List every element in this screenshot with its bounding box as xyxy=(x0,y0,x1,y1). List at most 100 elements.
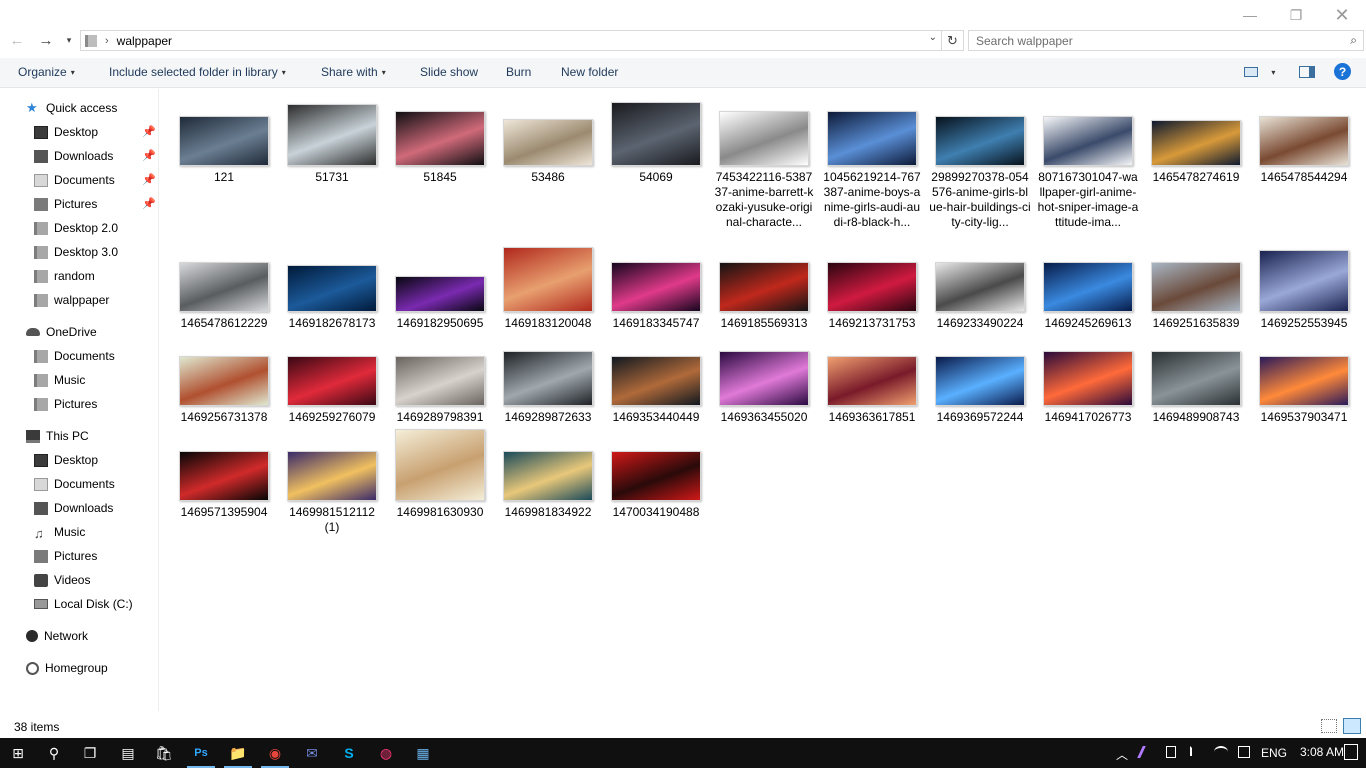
file-item[interactable]: 1469213731753 xyxy=(818,238,926,331)
taskbar-file-explorer[interactable]: 📁 xyxy=(220,738,256,768)
nav-pc-pictures[interactable]: Pictures xyxy=(34,545,97,567)
language-indicator[interactable]: ENG xyxy=(1261,746,1287,760)
file-item[interactable]: 1469252553945 xyxy=(1250,238,1358,331)
share-with-button[interactable]: Share with ▾ xyxy=(321,65,386,79)
file-item[interactable]: 54069 xyxy=(602,92,710,185)
file-item[interactable]: 1465478612229 xyxy=(170,238,278,331)
nav-pc-music[interactable]: ♫ Music xyxy=(34,521,85,543)
file-item[interactable]: 1469353440449 xyxy=(602,332,710,425)
taskbar-photoshop[interactable]: Ps xyxy=(183,738,219,768)
file-item[interactable]: 51731 xyxy=(278,92,386,185)
file-item[interactable]: 1469571395904 xyxy=(170,427,278,520)
nav-homegroup[interactable]: Homegroup xyxy=(26,657,108,679)
nav-onedrive[interactable]: OneDrive xyxy=(26,321,97,343)
burn-button[interactable]: Burn xyxy=(506,65,531,79)
file-item[interactable]: 1469369572244 xyxy=(926,332,1034,425)
taskbar-notepad[interactable]: ▦ xyxy=(405,738,441,768)
nav-this-pc[interactable]: This PC xyxy=(26,425,89,447)
nav-od-pictures[interactable]: Pictures xyxy=(34,393,97,415)
nav-pc-local-disk[interactable]: Local Disk (C:) xyxy=(34,593,133,615)
file-item[interactable]: 51845 xyxy=(386,92,494,185)
search-input[interactable]: Search walppaper ⌕ xyxy=(968,30,1364,51)
show-hidden-icons-button[interactable]: ︿ xyxy=(1116,746,1128,763)
nav-pc-videos[interactable]: Videos xyxy=(34,569,90,591)
nav-od-music[interactable]: Music xyxy=(34,369,85,391)
nav-qa-pictures[interactable]: Pictures xyxy=(34,193,97,215)
file-item[interactable]: 1469182950695 xyxy=(386,238,494,331)
nav-quick-access[interactable]: ★ Quick access xyxy=(26,97,117,119)
search-icon[interactable]: ⌕ xyxy=(1350,33,1357,48)
address-bar[interactable]: › walppaper ⌄ ↻ xyxy=(80,30,964,51)
pin-icon[interactable]: 📌 xyxy=(142,197,156,210)
organize-button[interactable]: Organize ▾ xyxy=(18,65,75,79)
file-item[interactable]: 1469289798391 xyxy=(386,332,494,425)
breadcrumb-separator[interactable]: › xyxy=(105,35,109,47)
battery-icon[interactable] xyxy=(1166,746,1176,758)
file-item[interactable]: 1470034190488 xyxy=(602,427,710,520)
nav-qa-walppaper[interactable]: walppaper xyxy=(34,289,109,311)
file-item[interactable]: 1469185569313 xyxy=(710,238,818,331)
nav-pc-desktop[interactable]: Desktop xyxy=(34,449,98,471)
pen-icon[interactable] xyxy=(1137,746,1155,758)
nav-od-documents[interactable]: Documents xyxy=(34,345,115,367)
clock[interactable]: 3:08 AM xyxy=(1300,745,1344,759)
file-item[interactable]: 807167301047-wallpaper-girl-anime-hot-sn… xyxy=(1034,92,1142,230)
taskbar-discord[interactable]: ✉ xyxy=(294,738,330,768)
file-item[interactable]: 1469489908743 xyxy=(1142,332,1250,425)
wifi-icon[interactable] xyxy=(1214,746,1228,758)
file-item[interactable]: 1469981512112 (1) xyxy=(278,427,386,535)
file-item[interactable]: 1469981630930 xyxy=(386,427,494,520)
task-view-button[interactable]: ❐ xyxy=(72,738,108,768)
file-item[interactable]: 1469183120048 xyxy=(494,238,602,331)
nav-qa-downloads[interactable]: Downloads xyxy=(34,145,113,167)
details-view-button[interactable] xyxy=(1321,719,1337,733)
nav-pc-downloads[interactable]: Downloads xyxy=(34,497,113,519)
file-item[interactable]: 10456219214-767387-anime-boys-anime-girl… xyxy=(818,92,926,230)
pin-icon[interactable]: 📌 xyxy=(142,125,156,138)
file-item[interactable]: 1469417026773 xyxy=(1034,332,1142,425)
nav-qa-documents[interactable]: Documents xyxy=(34,169,115,191)
file-item[interactable]: 1465478274619 xyxy=(1142,92,1250,185)
change-view-button[interactable]: ▾ xyxy=(1244,63,1275,80)
file-item[interactable]: 1469259276079 xyxy=(278,332,386,425)
file-item[interactable]: 1469245269613 xyxy=(1034,238,1142,331)
taskbar-store[interactable]: 🛍 xyxy=(146,738,182,768)
file-item[interactable]: 1465478544294 xyxy=(1250,92,1358,185)
nav-network[interactable]: Network xyxy=(26,625,88,647)
breadcrumb-current[interactable]: walppaper xyxy=(117,34,172,48)
preview-pane-button[interactable] xyxy=(1299,63,1315,81)
nav-qa-desktop-3[interactable]: Desktop 3.0 xyxy=(34,241,118,263)
file-item[interactable]: 1469182678173 xyxy=(278,238,386,331)
back-button[interactable]: ← xyxy=(6,30,28,50)
help-button[interactable]: ? xyxy=(1334,63,1351,80)
close-button[interactable]: ✕ xyxy=(1319,0,1365,30)
file-item[interactable]: 53486 xyxy=(494,92,602,185)
start-button[interactable]: ⊞ xyxy=(0,738,36,768)
file-item[interactable]: 1469363617851 xyxy=(818,332,926,425)
nav-qa-random[interactable]: random xyxy=(34,265,95,287)
search-taskbar-button[interactable]: ⚲ xyxy=(36,738,72,768)
maximize-button[interactable]: ❐ xyxy=(1273,0,1319,30)
large-icons-view-button[interactable] xyxy=(1343,718,1361,734)
forward-button[interactable]: → xyxy=(35,30,57,50)
taskbar-skype[interactable]: S xyxy=(331,738,367,768)
nav-pc-documents[interactable]: Documents xyxy=(34,473,115,495)
file-item[interactable]: 1469233490224 xyxy=(926,238,1034,331)
file-item[interactable]: 1469289872633 xyxy=(494,332,602,425)
file-item[interactable]: 1469251635839 xyxy=(1142,238,1250,331)
keyboard-icon[interactable] xyxy=(1238,746,1250,758)
file-item[interactable]: 1469256731378 xyxy=(170,332,278,425)
taskbar-osu[interactable]: ◍ xyxy=(368,738,404,768)
file-item[interactable]: 121 xyxy=(170,92,278,185)
recent-locations-button[interactable]: ▾ xyxy=(62,30,76,50)
new-folder-button[interactable]: New folder xyxy=(561,65,618,79)
taskbar-app-1[interactable]: ▤ xyxy=(110,738,146,768)
nav-qa-desktop-2[interactable]: Desktop 2.0 xyxy=(34,217,118,239)
notification-icon[interactable] xyxy=(1344,744,1358,760)
pin-icon[interactable]: 📌 xyxy=(142,173,156,186)
taskbar-chrome[interactable]: ◉ xyxy=(257,738,293,768)
refresh-button[interactable]: ↻ xyxy=(941,31,963,50)
file-item[interactable]: 1469981834922 xyxy=(494,427,602,520)
file-item[interactable]: 1469537903471 xyxy=(1250,332,1358,425)
include-in-library-button[interactable]: Include selected folder in library ▾ xyxy=(109,65,286,79)
